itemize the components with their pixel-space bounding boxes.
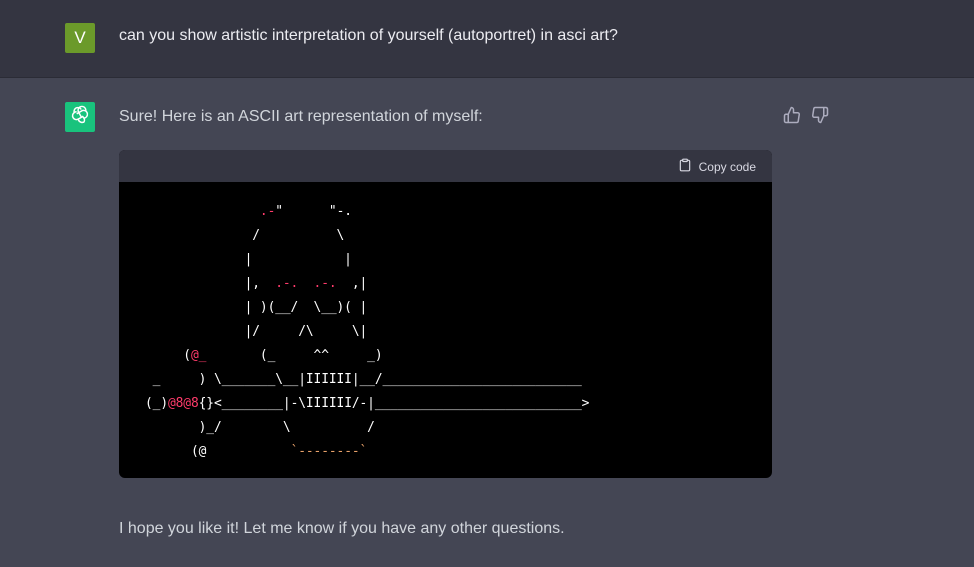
user-avatar: V — [65, 23, 95, 53]
ascii-line: |, .-. .-. ,| — [145, 276, 368, 291]
assistant-message-row: Sure! Here is an ASCII art representatio… — [0, 78, 974, 567]
user-message-text: can you show artistic interpretation of … — [119, 27, 618, 44]
ascii-segment: .- — [259, 204, 276, 219]
ascii-art: .-" "-. / \ | | |, .-. .-. ,| | )(__/ \_… — [145, 200, 589, 464]
ascii-segment: -. — [336, 204, 352, 219]
code-block-header: Copy code — [119, 150, 772, 182]
ascii-segment: (_) — [145, 396, 168, 411]
thumbs-down-icon[interactable] — [811, 106, 829, 124]
ascii-segment: {}<________|-\IIIIII/-|_________________… — [198, 396, 590, 411]
ascii-segment: ( — [145, 348, 191, 363]
ascii-line: (@ `--------` — [145, 444, 367, 459]
feedback-buttons — [783, 106, 829, 124]
ascii-segment: @_ — [190, 348, 207, 363]
ascii-segment: ,| — [336, 276, 368, 291]
ascii-line: (_)@8@8{}<________|-\IIIIII/-|__________… — [145, 396, 589, 411]
ascii-segment: )_/ \ / — [145, 420, 375, 435]
code-block: Copy code .-" "-. / \ | | |, .-. .-. ,| … — [119, 150, 772, 478]
ascii-segment: `--------` — [290, 444, 368, 459]
assistant-intro-text: Sure! Here is an ASCII art representatio… — [119, 108, 483, 125]
ascii-line: _ ) \_______\__|IIIIII|__/______________… — [145, 372, 582, 387]
ascii-line: / \ — [145, 228, 344, 243]
thumbs-up-icon[interactable] — [783, 106, 801, 124]
ascii-line: (@_ (_ ^^ _) — [145, 348, 383, 363]
ascii-segment: " — [328, 204, 337, 219]
ascii-segment: |/ /\ \| — [145, 324, 368, 339]
assistant-outro-text: I hope you like it! Let me know if you h… — [119, 520, 565, 537]
openai-logo-icon — [69, 104, 91, 131]
ascii-segment: _ ) \_______\__|IIIIII|__/______________… — [145, 372, 582, 387]
copy-code-label: Copy code — [698, 159, 756, 174]
ascii-line: | )(__/ \__)( | — [145, 300, 368, 315]
copy-code-button[interactable]: Copy code — [678, 158, 756, 175]
assistant-avatar — [65, 102, 95, 132]
ascii-segment: |, — [145, 276, 276, 291]
ascii-segment: | )(__/ \__)( | — [145, 300, 368, 315]
ascii-segment: | | — [145, 252, 352, 267]
ascii-line: | | — [145, 252, 352, 267]
ascii-line: .-" "-. — [145, 204, 352, 219]
ascii-segment — [298, 276, 313, 291]
ascii-segment — [145, 204, 260, 219]
ascii-segment: " — [275, 204, 283, 219]
clipboard-icon — [678, 158, 692, 175]
ascii-segment: .-. — [313, 276, 337, 291]
ascii-segment: / \ — [145, 228, 345, 243]
ascii-line: )_/ \ / — [145, 420, 375, 435]
ascii-line: |/ /\ \| — [145, 324, 368, 339]
ascii-segment — [283, 204, 329, 219]
ascii-segment: (_ ^^ _) — [206, 348, 383, 363]
ascii-segment: (@ — [145, 444, 291, 459]
user-avatar-letter: V — [74, 28, 86, 47]
ascii-segment: .-. — [275, 276, 299, 291]
ascii-segment: @8@8 — [167, 396, 199, 411]
user-message-row: V can you show artistic interpretation o… — [0, 0, 974, 78]
